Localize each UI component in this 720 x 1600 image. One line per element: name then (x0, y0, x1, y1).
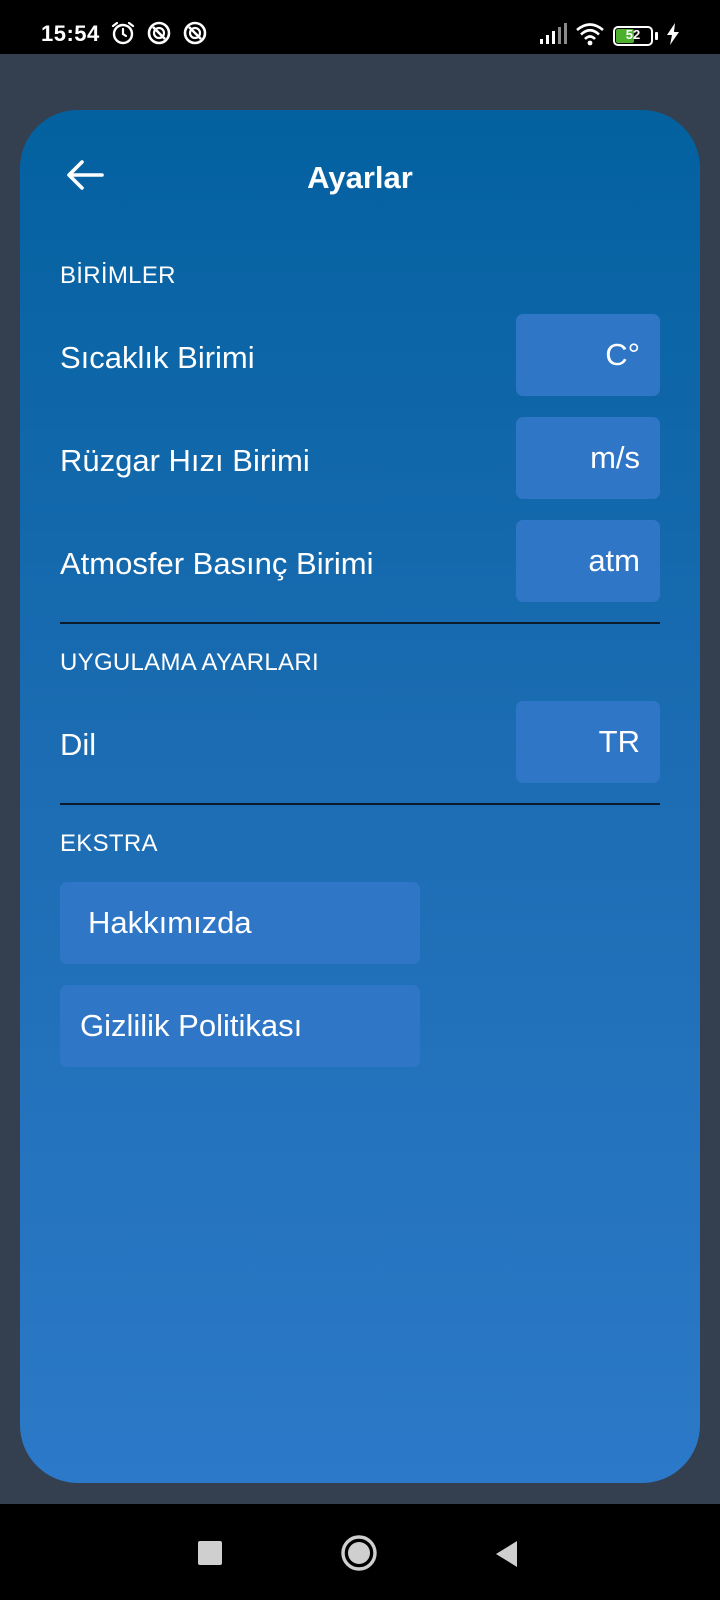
status-bar: 15:54 52 (0, 0, 720, 54)
wifi-icon (575, 22, 605, 51)
page-title: Ayarlar (307, 160, 413, 195)
language-label: Dil (60, 727, 97, 762)
home-circle-icon[interactable] (340, 1534, 378, 1577)
charging-icon (666, 22, 680, 50)
section-header-units: BİRİMLER (60, 262, 176, 289)
recents-square-icon[interactable] (198, 1541, 222, 1565)
temperature-unit-selector[interactable]: C° (516, 314, 660, 396)
pressure-unit-selector[interactable]: atm (516, 520, 660, 602)
battery-icon: 52 (613, 26, 653, 46)
wind-speed-unit-label: Rüzgar Hızı Birimi (60, 443, 310, 478)
do-not-disturb-icon (182, 20, 208, 48)
settings-card: Ayarlar BİRİMLER Sıcaklık Birimi C° Rüzg… (20, 110, 700, 1483)
status-time: 15:54 (41, 21, 100, 46)
section-divider (60, 803, 660, 805)
language-selector[interactable]: TR (516, 701, 660, 783)
status-right-icons: 52 (539, 22, 680, 50)
back-triangle-icon[interactable] (494, 1540, 518, 1573)
status-left-icons (110, 20, 208, 48)
battery-cap (655, 32, 658, 40)
pressure-unit-label: Atmosfer Basınç Birimi (60, 546, 374, 581)
battery-level: 52 (625, 27, 641, 42)
alarm-icon (110, 20, 136, 48)
section-header-app-settings: UYGULAMA AYARLARI (60, 649, 319, 676)
signal-icon (539, 22, 567, 50)
section-header-extra: EKSTRA (60, 830, 158, 857)
do-not-disturb-icon (146, 20, 172, 48)
temperature-unit-label: Sıcaklık Birimi (60, 340, 255, 375)
privacy-policy-button[interactable]: Gizlilik Politikası (60, 985, 420, 1067)
section-divider (60, 622, 660, 624)
about-us-button[interactable]: Hakkımızda (60, 882, 420, 964)
wind-speed-unit-selector[interactable]: m/s (516, 417, 660, 499)
navigation-bar (0, 1504, 720, 1600)
